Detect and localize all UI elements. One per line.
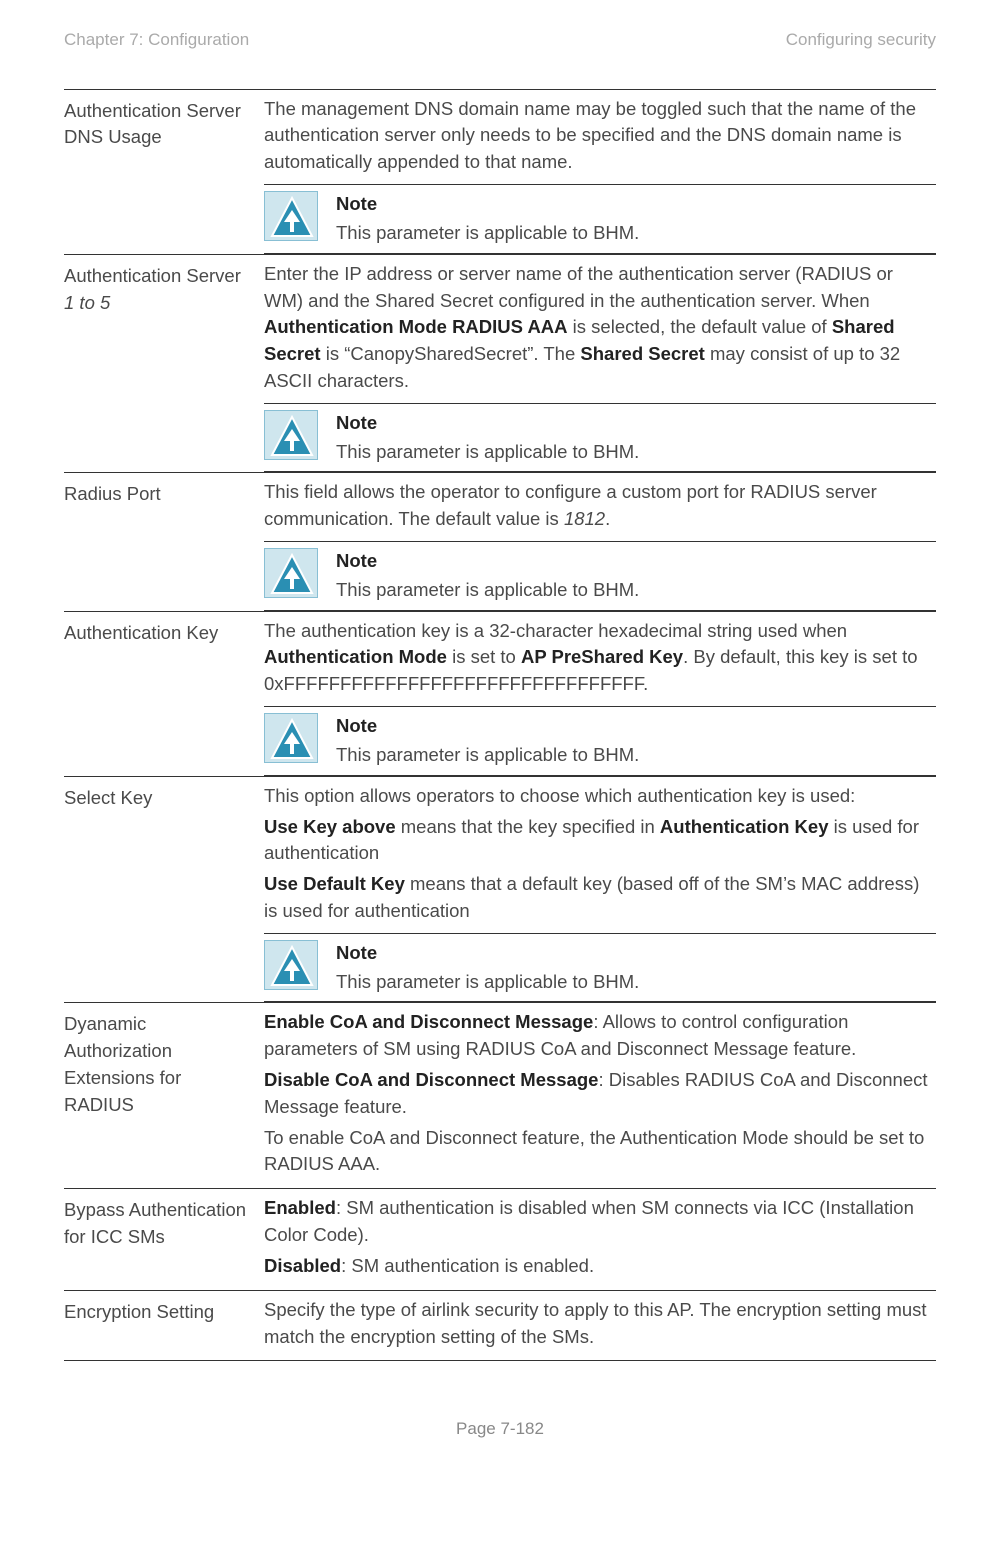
- note-label: Note: [336, 191, 639, 218]
- note-icon: [264, 548, 318, 598]
- note-text: Note This parameter is applicable to BHM…: [336, 191, 639, 247]
- note-text: Note This parameter is applicable to BHM…: [336, 940, 639, 996]
- paragraph: The authentication key is a 32-character…: [264, 618, 936, 698]
- note-text: Note This parameter is applicable to BHM…: [336, 713, 639, 769]
- note-block: Note This parameter is applicable to BHM…: [264, 541, 936, 611]
- term-auth-key: Authentication Key: [64, 618, 264, 770]
- note-block: Note This parameter is applicable to BHM…: [264, 403, 936, 473]
- desc-select-key: This option allows operators to choose w…: [264, 783, 936, 997]
- paragraph: Use Default Key means that a default key…: [264, 871, 936, 925]
- note-label: Note: [336, 410, 639, 437]
- config-table: Authentication Server DNS Usage The mana…: [64, 89, 936, 1362]
- paragraph: Use Key above means that the key specifi…: [264, 814, 936, 868]
- paragraph: Specify the type of airlink security to …: [264, 1297, 936, 1351]
- term-auth-server-dns: Authentication Server DNS Usage: [64, 96, 264, 248]
- note-body: This parameter is applicable to BHM.: [336, 579, 639, 600]
- desc-dynamic-auth: Enable CoA and Disconnect Message: Allow…: [264, 1009, 936, 1182]
- desc-encryption: Specify the type of airlink security to …: [264, 1297, 936, 1355]
- note-body: This parameter is applicable to BHM.: [336, 744, 639, 765]
- term-select-key: Select Key: [64, 783, 264, 997]
- table-row: Dyanamic Authorization Extensions for RA…: [64, 1003, 936, 1189]
- paragraph: Enable CoA and Disconnect Message: Allow…: [264, 1009, 936, 1063]
- paragraph: Enter the IP address or server name of t…: [264, 261, 936, 395]
- desc-radius-port: This field allows the operator to config…: [264, 479, 936, 604]
- term-radius-port: Radius Port: [64, 479, 264, 604]
- note-block: Note This parameter is applicable to BHM…: [264, 706, 936, 776]
- desc-auth-server-dns: The management DNS domain name may be to…: [264, 96, 936, 248]
- note-label: Note: [336, 940, 639, 967]
- note-icon: [264, 940, 318, 990]
- note-icon: [264, 713, 318, 763]
- table-row: Authentication Key The authentication ke…: [64, 612, 936, 777]
- desc-auth-server-1-5: Enter the IP address or server name of t…: [264, 261, 936, 467]
- table-row: Authentication Server 1 to 5 Enter the I…: [64, 255, 936, 474]
- paragraph: Disable CoA and Disconnect Message: Disa…: [264, 1067, 936, 1121]
- note-block: Note This parameter is applicable to BHM…: [264, 184, 936, 254]
- note-icon: [264, 410, 318, 460]
- note-body: This parameter is applicable to BHM.: [336, 971, 639, 992]
- note-label: Note: [336, 548, 639, 575]
- note-text: Note This parameter is applicable to BHM…: [336, 410, 639, 466]
- note-text: Note This parameter is applicable to BHM…: [336, 548, 639, 604]
- header-section: Configuring security: [786, 28, 936, 53]
- table-row: Encryption Setting Specify the type of a…: [64, 1291, 936, 1362]
- note-label: Note: [336, 713, 639, 740]
- note-body: This parameter is applicable to BHM.: [336, 441, 639, 462]
- page-header: Chapter 7: Configuration Configuring sec…: [64, 28, 936, 53]
- note-icon: [264, 191, 318, 241]
- note-body: This parameter is applicable to BHM.: [336, 222, 639, 243]
- table-row: Select Key This option allows operators …: [64, 777, 936, 1004]
- paragraph: Enabled: SM authentication is disabled w…: [264, 1195, 936, 1249]
- desc-auth-key: The authentication key is a 32-character…: [264, 618, 936, 770]
- term-auth-server-1-5: Authentication Server 1 to 5: [64, 261, 264, 467]
- page-footer: Page 7-182: [64, 1417, 936, 1442]
- paragraph: To enable CoA and Disconnect feature, th…: [264, 1125, 936, 1179]
- paragraph: The management DNS domain name may be to…: [264, 96, 936, 176]
- table-row: Bypass Authentication for ICC SMs Enable…: [64, 1189, 936, 1290]
- paragraph: Disabled: SM authentication is enabled.: [264, 1253, 936, 1280]
- term-dynamic-auth: Dyanamic Authorization Extensions for RA…: [64, 1009, 264, 1182]
- header-chapter: Chapter 7: Configuration: [64, 28, 249, 53]
- table-row: Radius Port This field allows the operat…: [64, 473, 936, 611]
- table-row: Authentication Server DNS Usage The mana…: [64, 90, 936, 255]
- desc-bypass-auth: Enabled: SM authentication is disabled w…: [264, 1195, 936, 1283]
- paragraph: This field allows the operator to config…: [264, 479, 936, 533]
- term-encryption: Encryption Setting: [64, 1297, 264, 1355]
- note-block: Note This parameter is applicable to BHM…: [264, 933, 936, 1003]
- paragraph: This option allows operators to choose w…: [264, 783, 936, 810]
- term-bypass-auth: Bypass Authentication for ICC SMs: [64, 1195, 264, 1283]
